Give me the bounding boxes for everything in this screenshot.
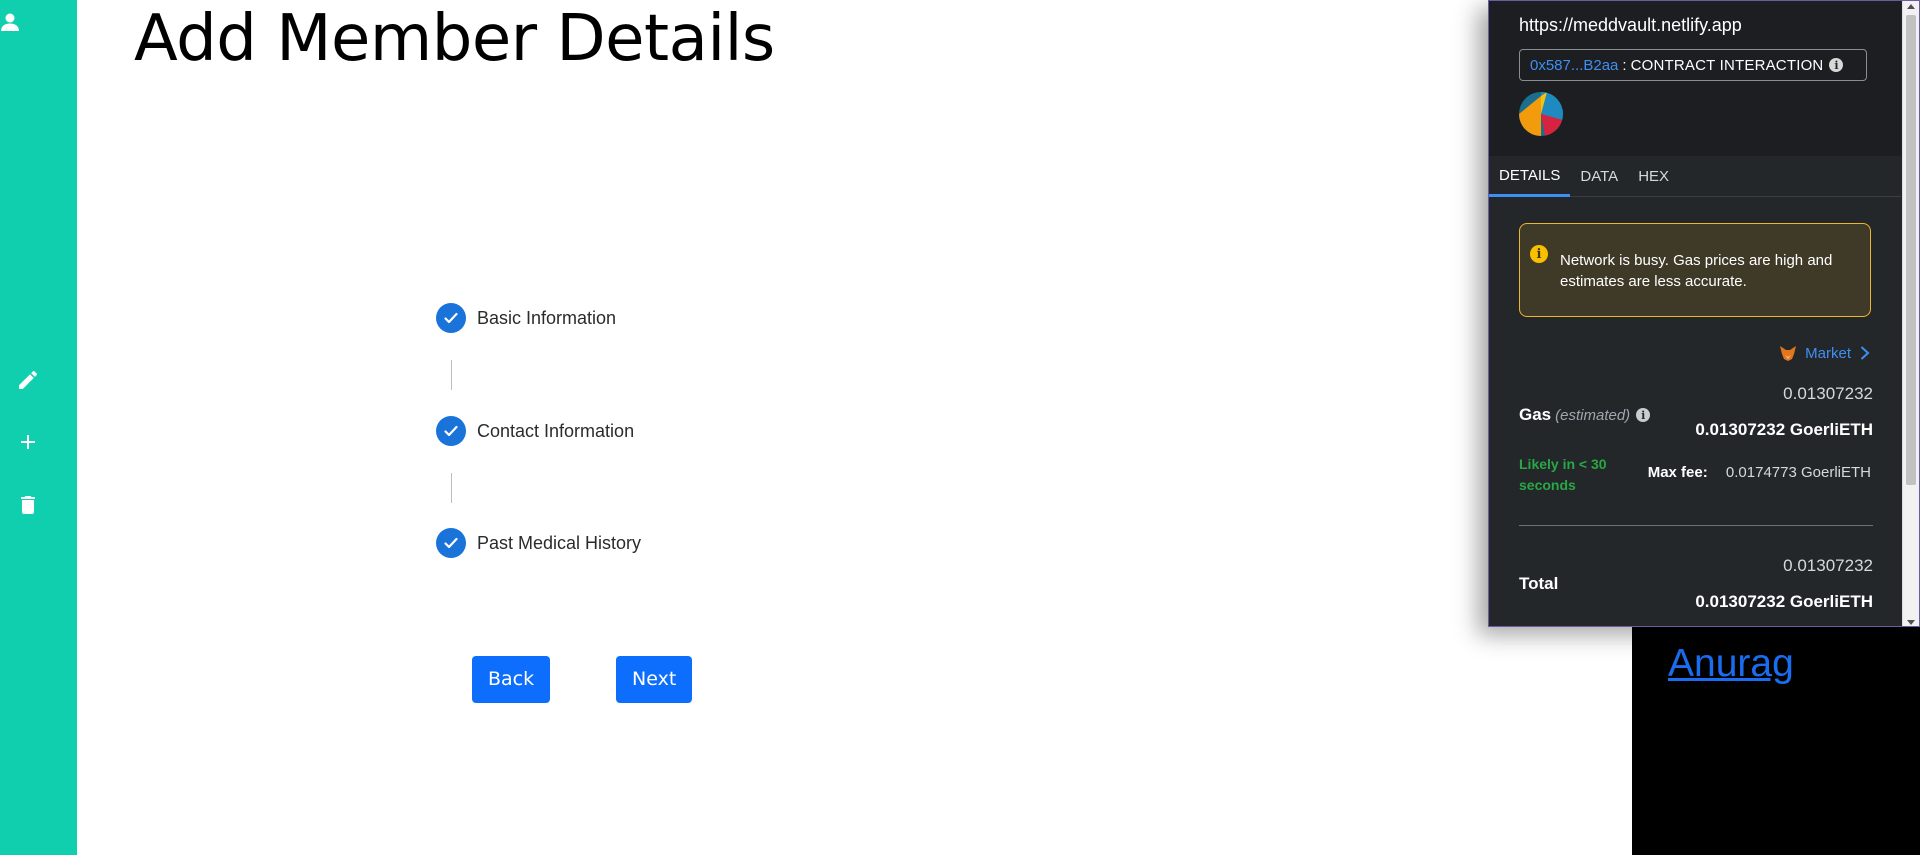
step-past-medical-history[interactable]: Past Medical History <box>436 528 641 558</box>
likely-time: Likely in < 30 seconds <box>1519 456 1607 493</box>
max-fee: Max fee: 0.0174773 GoerliETH <box>1648 464 1871 481</box>
divider <box>1519 525 1873 526</box>
step-basic-information[interactable]: Basic Information <box>436 303 616 333</box>
tab-details[interactable]: DETAILS <box>1489 156 1571 197</box>
gas-label: Gas (estimated) i <box>1519 405 1651 425</box>
popup-scrollbar[interactable] <box>1902 1 1919 626</box>
site-origin: https://meddvault.netlify.app <box>1519 15 1742 35</box>
network-busy-warning: i Network is busy. Gas prices are high a… <box>1519 223 1871 317</box>
gas-value: 0.01307232 <box>1783 384 1873 403</box>
back-button[interactable]: Back <box>472 656 551 703</box>
warning-info-icon: i <box>1530 245 1548 263</box>
gas-label-text: Gas <box>1519 405 1552 424</box>
wallet-confirm-popup: https://meddvault.netlify.app 0x587...B2… <box>1488 0 1920 627</box>
scroll-down-arrow[interactable] <box>1907 620 1915 625</box>
fox-icon <box>1780 346 1797 361</box>
user-name-link[interactable]: Anurag <box>1668 642 1794 686</box>
page-title: Add Member Details <box>134 2 775 76</box>
plus-icon[interactable] <box>14 428 42 456</box>
sidebar <box>0 0 77 855</box>
step-label: Past Medical History <box>477 532 642 553</box>
market-label: Market <box>1805 344 1851 362</box>
max-fee-value: 0.0174773 GoerliETH <box>1725 464 1871 481</box>
popup-header: https://meddvault.netlify.app 0x587...B2… <box>1489 1 1901 156</box>
max-fee-label: Max fee: <box>1647 464 1708 481</box>
tab-hex[interactable]: HEX <box>1628 156 1679 197</box>
contract-interaction-chip: 0x587...B2aa : CONTRACT INTERACTION i <box>1519 49 1867 81</box>
gas-info-icon[interactable]: i <box>1636 408 1651 422</box>
check-icon <box>436 528 466 558</box>
tab-data[interactable]: DATA <box>1570 156 1628 197</box>
step-label: Contact Information <box>477 420 635 441</box>
step-connector <box>451 473 452 503</box>
chevron-right-icon <box>1861 346 1870 360</box>
next-button[interactable]: Next <box>616 656 693 703</box>
scroll-thumb[interactable] <box>1906 15 1916 485</box>
warning-text: Network is busy. Gas prices are high and… <box>1560 252 1833 290</box>
step-label: Basic Information <box>477 307 617 328</box>
contract-address-link[interactable]: 0x587...B2aa <box>1530 57 1618 74</box>
popup-tabs: DETAILS DATA HEX <box>1489 156 1901 197</box>
user-panel: Anurag <box>1632 625 1920 855</box>
info-icon[interactable]: i <box>1829 58 1844 72</box>
gas-value-eth: 0.01307232 GoerliETH <box>1695 420 1873 439</box>
check-icon <box>436 416 466 446</box>
total-value-eth: 0.01307232 GoerliETH <box>1695 592 1873 611</box>
account-avatar <box>1519 92 1563 136</box>
total-label: Total <box>1519 574 1559 593</box>
user-icon[interactable] <box>0 8 24 36</box>
interaction-type: CONTRACT INTERACTION <box>1630 56 1824 74</box>
trash-icon[interactable] <box>14 491 42 519</box>
check-icon <box>436 303 466 333</box>
contract-separator: : <box>1622 56 1627 74</box>
step-connector <box>451 360 452 390</box>
step-contact-information[interactable]: Contact Information <box>436 416 634 446</box>
gas-market-selector[interactable]: Market <box>1779 344 1871 362</box>
scroll-up-arrow[interactable] <box>1907 4 1915 9</box>
total-value: 0.01307232 <box>1783 556 1873 575</box>
gas-estimated-label: (estimated) <box>1555 406 1631 424</box>
pencil-icon[interactable] <box>14 366 42 394</box>
